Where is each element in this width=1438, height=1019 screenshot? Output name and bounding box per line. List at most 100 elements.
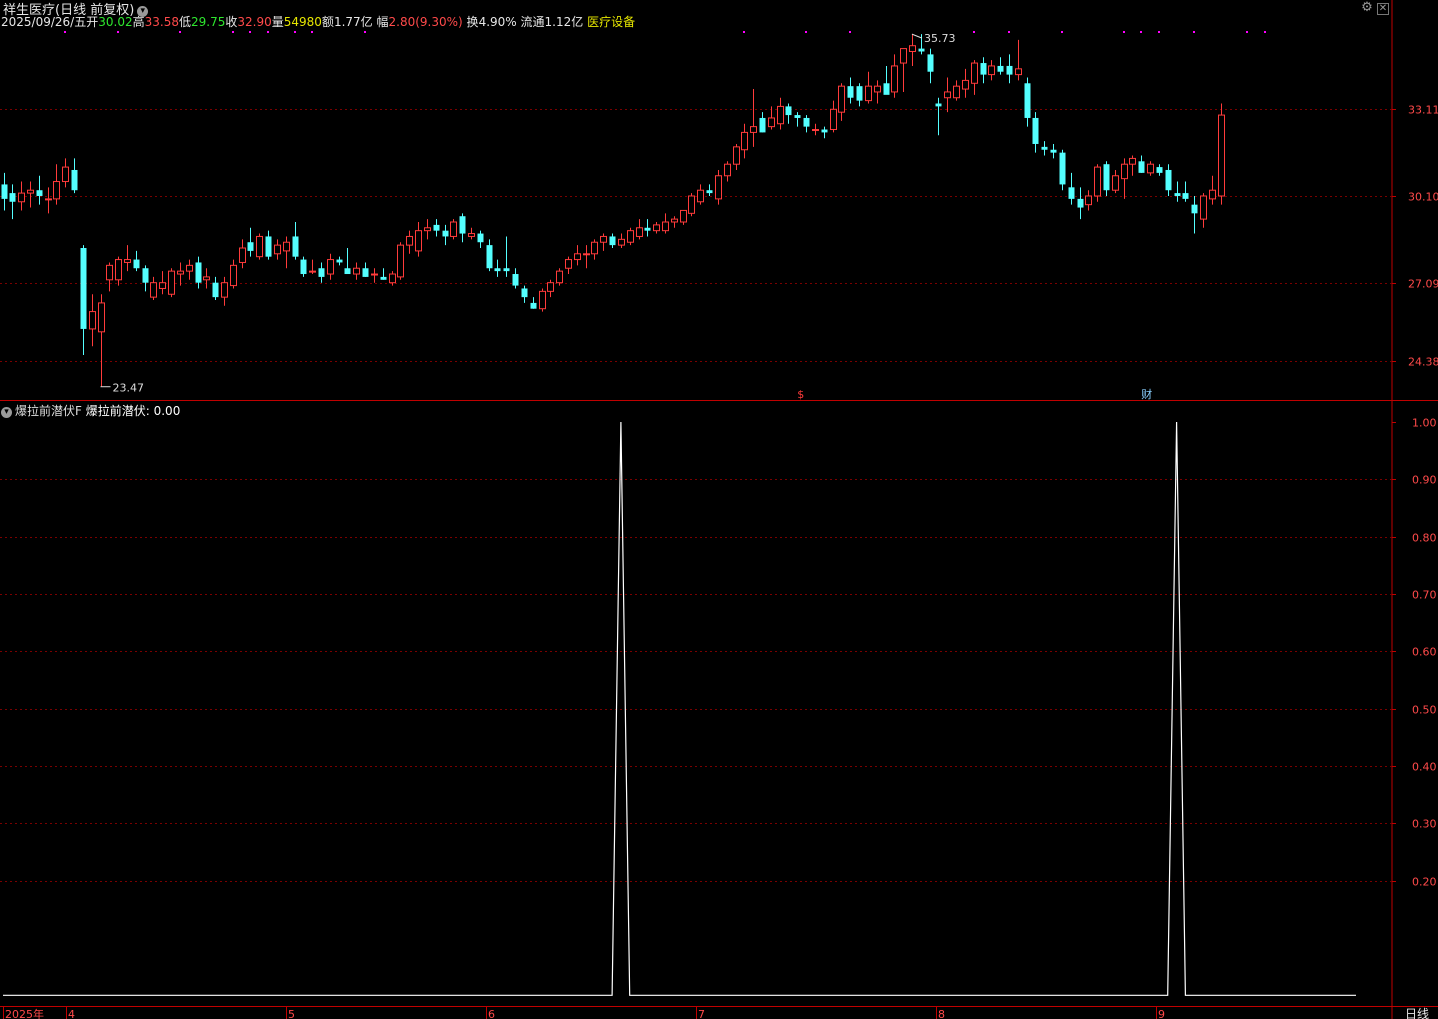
candle-body — [733, 146, 740, 165]
candle-body — [1094, 166, 1101, 197]
candle-body — [609, 236, 616, 246]
info-dot — [973, 31, 975, 33]
price-tick-label: 30.10 — [1408, 191, 1438, 204]
candle-body — [847, 86, 854, 98]
candle-body — [142, 268, 149, 283]
candle-body — [988, 65, 995, 76]
info-dot — [849, 31, 851, 33]
candle-body — [195, 262, 202, 283]
candle-body — [803, 117, 810, 127]
candle-body — [644, 227, 651, 231]
candle-body — [309, 270, 316, 273]
candle-body — [830, 108, 837, 131]
candle-body — [98, 302, 105, 333]
indicator-tick-label: 1.00 — [1412, 417, 1437, 430]
candle-body — [1121, 163, 1128, 180]
time-axis-label: 9 — [1158, 1008, 1165, 1019]
candle-body — [442, 230, 449, 237]
candle-body — [9, 193, 16, 202]
candle-body — [891, 65, 898, 93]
period-label: 日线 — [1405, 1007, 1429, 1019]
info-dot — [294, 31, 296, 33]
candle-body — [327, 259, 334, 275]
info-dot — [1123, 31, 1125, 33]
candle-body — [539, 290, 546, 310]
candle-body — [697, 189, 704, 203]
info-dot — [743, 31, 745, 33]
candle-body — [433, 224, 440, 231]
price-tick-label: 24.38 — [1408, 356, 1438, 369]
candle-body — [883, 83, 890, 95]
candle-body — [785, 106, 792, 116]
info-dot — [364, 31, 366, 33]
candle-body — [274, 244, 281, 255]
candle-body — [980, 63, 987, 75]
candle-body — [115, 259, 122, 281]
info-dot — [1158, 31, 1160, 33]
candle-body — [1032, 117, 1039, 144]
candle-body — [380, 276, 387, 280]
candle-body — [1200, 195, 1207, 220]
candle-body — [203, 276, 210, 281]
candle-body — [124, 259, 131, 263]
candle-body — [794, 115, 801, 118]
candle-body — [715, 175, 722, 200]
candle-body — [1085, 195, 1092, 206]
candle-body — [927, 54, 934, 72]
candle-body — [1024, 83, 1031, 118]
info-dot — [117, 31, 119, 33]
info-dot — [249, 31, 251, 33]
candle-body — [450, 221, 457, 237]
candle-body — [106, 264, 113, 281]
candle-body — [71, 169, 78, 191]
candle-body — [336, 259, 343, 263]
info-dot — [1008, 31, 1010, 33]
candle-body — [27, 189, 34, 194]
stock-chart-window: 祥生医疗(日线 前复权) ▾ ⚙ ✕ 2025/09/26/五开30.02高33.… — [0, 0, 1438, 1019]
event-dollar-marker: $ — [797, 388, 804, 401]
info-dot — [64, 31, 66, 33]
candle-body — [318, 268, 325, 277]
time-axis-label: 2025年 — [5, 1007, 44, 1019]
info-dot — [1193, 31, 1195, 33]
candle-body — [159, 282, 166, 289]
candle-body — [283, 241, 290, 252]
candle-body — [62, 166, 69, 183]
candle-body — [662, 221, 669, 232]
price-tick-label: 33.11 — [1408, 104, 1438, 117]
candle-body — [1218, 114, 1225, 197]
candle-body — [18, 192, 25, 203]
time-axis-label: 6 — [488, 1008, 495, 1019]
candle-body — [750, 126, 757, 133]
high-mark-arrow — [911, 33, 923, 39]
candle-body — [636, 227, 643, 237]
event-fin-marker: 财 — [1141, 387, 1152, 401]
candle-body — [415, 230, 422, 252]
candle-body — [909, 45, 916, 52]
indicator-tick-label: 0.50 — [1412, 704, 1437, 717]
candle-body — [186, 264, 193, 272]
candle-body — [918, 48, 925, 52]
candle-body — [618, 238, 625, 246]
candle-body — [724, 163, 731, 177]
candle-body — [239, 247, 246, 263]
candle-body — [768, 117, 775, 128]
indicator-tick-label: 0.60 — [1412, 646, 1437, 659]
candle-body — [424, 227, 431, 232]
info-dot — [1264, 31, 1266, 33]
kline-chart[interactable]: 33.11 30.10 27.09 24.38 35.73 23.47 $ 财 1.00 0.90… — [0, 0, 1438, 1019]
candle-body — [1147, 163, 1154, 174]
candle-body — [627, 230, 634, 243]
candle-body — [812, 129, 819, 132]
candle-body — [680, 209, 687, 223]
candle-body — [45, 198, 52, 201]
candle-body — [1182, 193, 1189, 199]
low-mark-label: 23.47 — [113, 382, 144, 395]
indicator-tick-label: 0.40 — [1412, 761, 1437, 774]
candle-body — [1015, 68, 1022, 76]
candle-body — [653, 224, 660, 232]
candle-body — [900, 48, 907, 64]
candle-body — [1006, 65, 1013, 75]
candle-body — [1103, 164, 1110, 191]
indicator-tick-label: 0.90 — [1412, 474, 1437, 487]
